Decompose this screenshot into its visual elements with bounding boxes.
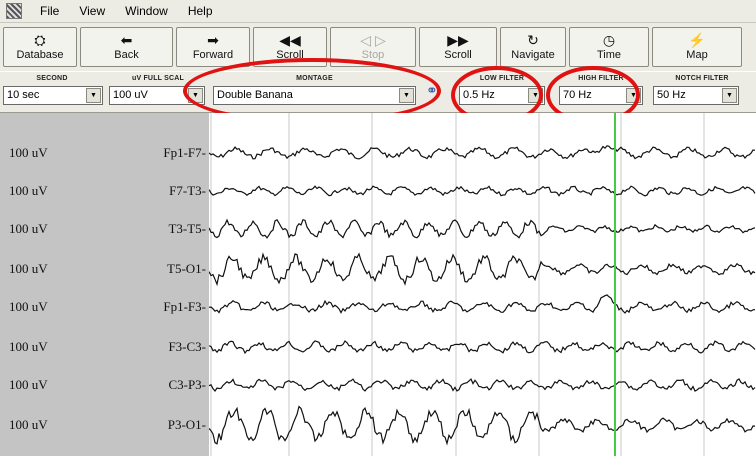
map-button[interactable]: ⚡ Map xyxy=(652,27,742,67)
channel-scale-label: 100 uV xyxy=(9,339,48,354)
forward-label: Forward xyxy=(192,49,234,61)
uv-full-scale-value: 100 uV xyxy=(113,89,148,101)
channel-name-label: T5-O1- xyxy=(167,261,206,276)
channel-scale-label: 100 uV xyxy=(9,221,48,236)
eeg-trace xyxy=(209,294,756,314)
second-select[interactable]: 10 sec ▼ xyxy=(3,86,103,105)
channel-name-label: P3-O1- xyxy=(167,417,206,432)
chevron-down-icon[interactable]: ▼ xyxy=(86,88,101,103)
channel-scale-label: 100 uV xyxy=(9,299,48,314)
stop-icon: ◁ ▷ xyxy=(360,32,386,48)
back-arrow-icon: ⬅ xyxy=(120,32,133,48)
menu-bar: File View Window Help xyxy=(0,0,756,23)
eeg-trace xyxy=(209,340,756,355)
scroll-forward-button[interactable]: ▶▶ Scroll xyxy=(419,27,497,67)
scroll-forward-label: Scroll xyxy=(444,49,472,61)
navigate-label: Navigate xyxy=(511,49,555,61)
eeg-trace xyxy=(209,145,756,160)
map-icon: ⚡ xyxy=(688,32,706,48)
time-button[interactable]: ◷ Time xyxy=(569,27,649,67)
channel-name-label: F7-T3- xyxy=(169,183,206,198)
eeg-waveform-area[interactable] xyxy=(209,113,756,456)
app-icon[interactable] xyxy=(6,3,22,19)
second-label: SECOND xyxy=(36,75,68,82)
channel-name-label: F3-C3- xyxy=(168,339,206,354)
forward-button[interactable]: ➡ Forward xyxy=(176,27,250,67)
notch-filter-value: 50 Hz xyxy=(657,89,686,101)
database-icon: ⛭ xyxy=(34,32,46,48)
second-value: 10 sec xyxy=(7,89,40,101)
channel-scale-label: 100 uV xyxy=(9,145,48,160)
time-label: Time xyxy=(596,49,622,61)
menu-help[interactable]: Help xyxy=(178,4,223,18)
back-label: Back xyxy=(114,49,139,61)
map-label: Map xyxy=(686,49,708,61)
database-label: Database xyxy=(16,49,64,61)
channel-scale-label: 100 uV xyxy=(9,261,48,276)
channel-name-label: Fp1-F7- xyxy=(163,145,206,160)
notch-filter-select[interactable]: 50 Hz ▼ xyxy=(653,86,739,105)
channel-scale-label: 100 uV xyxy=(9,417,48,432)
eeg-trace xyxy=(209,218,756,239)
database-button[interactable]: ⛭ Database xyxy=(3,27,77,67)
menu-file[interactable]: File xyxy=(30,4,69,18)
stop-label: Stop xyxy=(361,49,385,61)
eeg-trace xyxy=(209,405,756,446)
channel-name-label: Fp1-F3- xyxy=(163,299,206,314)
eeg-trace xyxy=(209,185,756,197)
scroll-back-icon: ◀◀ xyxy=(279,32,301,48)
channel-scale-label: 100 uV xyxy=(9,377,48,392)
clock-icon: ◷ xyxy=(602,32,616,48)
eeg-trace xyxy=(209,378,756,392)
navigate-button[interactable]: ↻ Navigate xyxy=(500,27,566,67)
eeg-trace-canvas xyxy=(209,113,756,456)
scroll-forward-icon: ▶▶ xyxy=(447,32,469,48)
channel-name-label: T3-T5- xyxy=(168,221,206,236)
back-button[interactable]: ⬅ Back xyxy=(80,27,173,67)
eeg-trace xyxy=(209,252,756,287)
channel-name-label: C3-P3- xyxy=(168,377,206,392)
navigate-icon: ↻ xyxy=(527,32,539,48)
channel-label-column: 100 uV Fp1-F7- 100 uV F7-T3- 100 uV T3-T5- 100… xyxy=(0,113,209,456)
chevron-down-icon[interactable]: ▼ xyxy=(722,88,737,103)
menu-window[interactable]: Window xyxy=(115,4,178,18)
notch-filter-label: NOTCH FILTER xyxy=(675,75,729,82)
forward-arrow-icon: ➡ xyxy=(207,32,219,48)
channel-scale-label: 100 uV xyxy=(9,183,48,198)
menu-view[interactable]: View xyxy=(69,4,115,18)
